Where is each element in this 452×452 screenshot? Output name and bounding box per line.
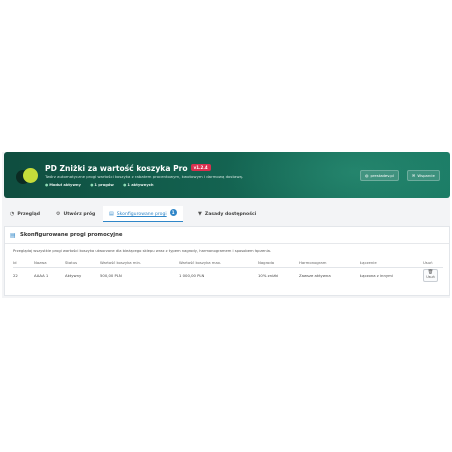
thresholds-card: ▤ Skonfigurowane progi promocyjne Przegl… <box>4 226 450 296</box>
list-icon: ▤ <box>10 232 16 239</box>
cell-id: 22 <box>13 272 18 278</box>
stat-module-active: ●Moduł aktywny <box>45 183 81 187</box>
cell-min-value: 500,00 PLN <box>100 272 122 278</box>
dashboard-icon: ◔ <box>10 211 15 217</box>
module-logo-icon <box>16 167 38 189</box>
stat-thresholds-count: ●1 progów <box>90 183 114 187</box>
list-icon: ▤ <box>109 211 114 217</box>
table-header-row: Id Nazwa Status Wartość koszyka min. War… <box>13 259 443 268</box>
status-dot-icon: ● <box>123 183 127 187</box>
tab-create-threshold[interactable]: ⚙ Utwórz próg <box>56 206 95 222</box>
module-stats: ●Moduł aktywny ●1 progów ●1 aktywnych <box>45 183 162 187</box>
column-header-name: Nazwa <box>34 259 65 268</box>
tab-overview[interactable]: ◔ Przegląd <box>10 206 40 222</box>
column-header-combining: Łączenie <box>360 259 423 268</box>
card-description: Przeglądaj wszystkie progi wartości kosz… <box>13 249 272 253</box>
prestadev-link-button[interactable]: ◍ prestadev.pl <box>360 170 399 181</box>
status-dot-icon: ● <box>45 183 49 187</box>
column-header-status: Status <box>65 259 100 268</box>
column-header-id: Id <box>13 259 34 268</box>
cell-status: Aktywny <box>65 272 82 278</box>
cell-combining: Łączona z innymi <box>360 272 393 278</box>
card-title: Skonfigurowane progi promocyjne <box>20 232 123 238</box>
column-header-delete: Usuń <box>423 259 443 268</box>
thresholds-table: Id Nazwa Status Wartość koszyka min. War… <box>13 259 443 283</box>
cell-delete: 🗑 Usuń <box>423 267 443 283</box>
cell-max-value: 1 000,00 PLN <box>179 272 205 278</box>
module-subtitle: Twórz automatyczne progi wartości koszyk… <box>45 174 244 179</box>
column-header-max-value: Wartość koszyka max. <box>179 259 258 268</box>
column-header-reward: Nagroda <box>258 259 299 268</box>
cell-schedule: Zawsze aktywna <box>299 272 331 278</box>
delete-button[interactable]: 🗑 Usuń <box>423 268 438 282</box>
filter-icon: ▼ <box>198 211 202 217</box>
cell-reward: 10% zniżki <box>258 272 279 278</box>
globe-icon: ◍ <box>365 173 369 178</box>
column-header-schedule: Harmonogram <box>299 259 360 268</box>
tab-configured-thresholds[interactable]: ▤ Skonfigurowane progi 1 <box>103 206 183 222</box>
status-dot-icon: ● <box>90 183 94 187</box>
column-header-min-value: Wartość koszyka min. <box>100 259 179 268</box>
count-badge: 1 <box>169 209 177 216</box>
module-title: PD Zniżki za wartość koszyka Pro v1.2.4 <box>45 164 211 173</box>
module-panel: PD Zniżki za wartość koszyka Pro v1.2.4 T… <box>2 152 450 298</box>
tab-bar: ◔ Przegląd ⚙ Utwórz próg ▤ Skonfigurowane p… <box>4 206 450 224</box>
card-header: ▤ Skonfigurowane progi promocyjne <box>5 227 449 244</box>
mail-icon: ✉ <box>412 173 416 178</box>
module-header-banner: PD Zniżki za wartość koszyka Pro v1.2.4 T… <box>4 152 450 198</box>
page: PD Zniżki za wartość koszyka Pro v1.2.4 T… <box>0 0 452 452</box>
stat-active-count: ●1 aktywnych <box>123 183 154 187</box>
cell-name: AAAA 1 <box>34 272 49 278</box>
support-button[interactable]: ✉ Wsparcie <box>407 170 440 181</box>
tab-availability-rules[interactable]: ▼ Zasady dostępności <box>198 206 256 222</box>
version-badge: v1.2.4 <box>190 164 211 171</box>
table-row: 22 AAAA 1 Aktywny 500,00 PLN 1 000,00 PL… <box>13 267 443 283</box>
module-title-text: PD Zniżki za wartość koszyka Pro <box>45 164 188 173</box>
gear-icon: ⚙ <box>56 211 61 217</box>
